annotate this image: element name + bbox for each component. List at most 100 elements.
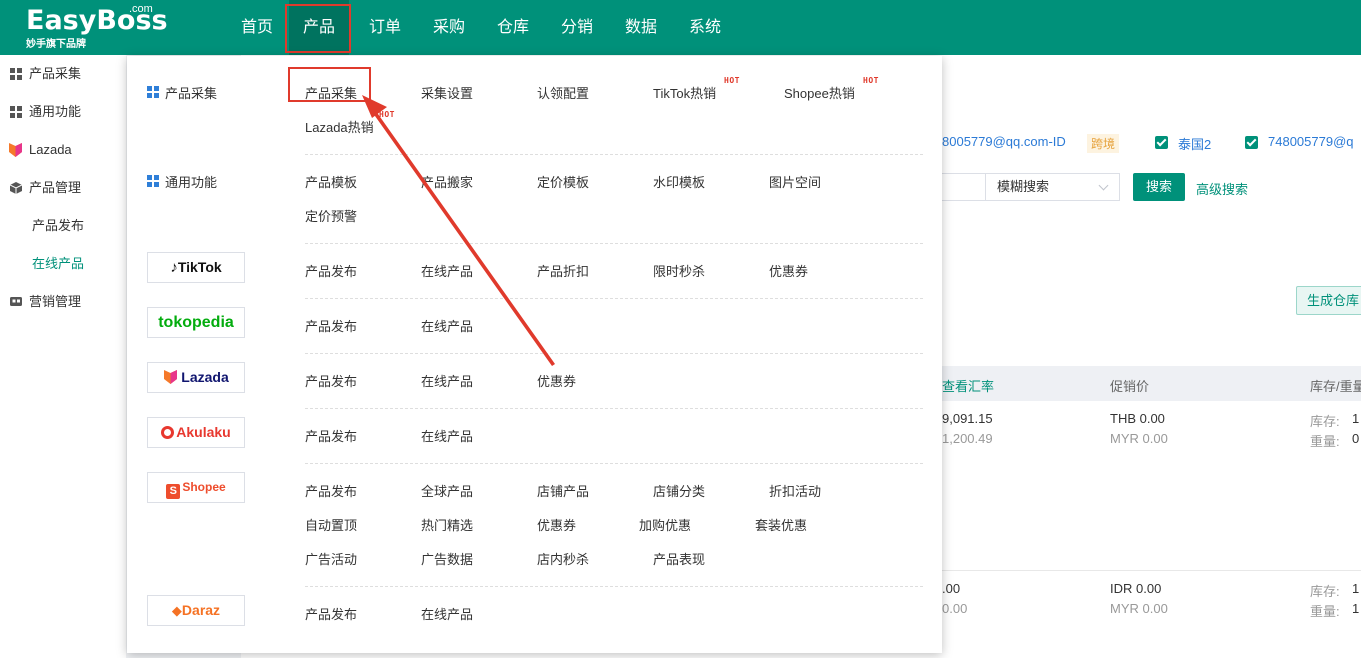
menu-item-shopee-hot-picks[interactable]: 热门精选 bbox=[421, 515, 473, 534]
menu-item-tokopedia-publish[interactable]: 产品发布 bbox=[305, 316, 357, 335]
box-icon bbox=[10, 182, 22, 194]
logo-com: .com bbox=[129, 3, 153, 15]
menu-item-product-template[interactable]: 产品模板 bbox=[305, 172, 357, 191]
shop-label[interactable]: 泰国2 bbox=[1178, 134, 1211, 153]
menu-item-shopee-addon-deal[interactable]: 加购优惠 bbox=[639, 515, 691, 534]
menu-item-tiktok-flash-sale[interactable]: 限时秒杀 bbox=[653, 261, 705, 280]
hot-badge: HOT bbox=[863, 76, 879, 85]
menu-item-shopee-hot[interactable]: Shopee热销 bbox=[784, 83, 855, 102]
easyboss-logo[interactable]: EasyBoss .com 妙手旗下品牌 bbox=[26, 3, 168, 50]
menu-item-shopee-auto-top[interactable]: 自动置顶 bbox=[305, 515, 357, 534]
menu-item-claim-config[interactable]: 认领配置 bbox=[537, 83, 589, 102]
menu-item-tiktok-discount[interactable]: 产品折扣 bbox=[537, 261, 589, 280]
annotation-highlight-nav bbox=[285, 4, 351, 53]
shop-checkbox[interactable] bbox=[1155, 136, 1168, 149]
menu-item-shopee-shop-flash[interactable]: 店内秒杀 bbox=[537, 549, 589, 568]
menu-item-pricing-alert[interactable]: 定价预警 bbox=[305, 206, 357, 225]
row2-price: .00 bbox=[942, 581, 961, 596]
row-divider bbox=[940, 570, 1361, 571]
cross-border-badge: 跨境 bbox=[1087, 134, 1120, 153]
menu-item-tiktok-hot[interactable]: TikTok热销 bbox=[653, 83, 716, 102]
nav-home[interactable]: 首页 bbox=[232, 0, 282, 55]
advanced-search-link[interactable]: 高级搜索 bbox=[1196, 179, 1248, 198]
menu-item-lazada-online[interactable]: 在线产品 bbox=[421, 371, 473, 390]
account-checkbox[interactable] bbox=[1245, 136, 1258, 149]
row1-weight-label: 重量: bbox=[1310, 434, 1340, 449]
menu-item-tiktok-publish[interactable]: 产品发布 bbox=[305, 261, 357, 280]
menu-item-shopee-ads[interactable]: 广告活动 bbox=[305, 549, 357, 568]
search-mode-value: 模糊搜索 bbox=[997, 179, 1050, 194]
tiktok-note-icon: ♪ bbox=[170, 259, 178, 276]
sidebar-item-lazada[interactable]: Lazada bbox=[0, 131, 126, 169]
menu-item-shopee-shop-products[interactable]: 店铺产品 bbox=[537, 481, 589, 500]
search-mode-select[interactable]: 模糊搜索 bbox=[985, 173, 1120, 201]
products-mega-menu: 产品采集 产品采集 采集设置 认领配置 TikTok热销 HOT Shopee热… bbox=[127, 56, 942, 653]
account-label-2[interactable]: 748005779@q bbox=[1268, 134, 1354, 149]
akulaku-logo: Akulaku bbox=[147, 417, 245, 448]
sidebar-item-label: 通用功能 bbox=[29, 104, 82, 119]
menu-item-akulaku-publish[interactable]: 产品发布 bbox=[305, 426, 357, 445]
menu-item-daraz-online[interactable]: 在线产品 bbox=[421, 604, 473, 623]
row2-price-alt: 0.00 bbox=[942, 601, 968, 616]
sidebar-sub-online-products[interactable]: 在线产品 bbox=[32, 245, 84, 283]
grid-icon bbox=[147, 86, 159, 98]
sidebar: 产品采集 通用功能 Lazada 产品管理 产品发布 在线产品 营销管理 bbox=[0, 55, 126, 658]
menu-item-shopee-bundle[interactable]: 套装优惠 bbox=[755, 515, 807, 534]
sidebar-item-product-management[interactable]: 产品管理 bbox=[0, 169, 126, 207]
search-button[interactable]: 搜索 bbox=[1133, 173, 1185, 201]
annotation-highlight-collect bbox=[288, 67, 371, 102]
sidebar-item-collect[interactable]: 产品采集 bbox=[0, 55, 126, 93]
menu-item-shopee-coupon[interactable]: 优惠券 bbox=[537, 515, 576, 534]
menu-item-shopee-performance[interactable]: 产品表现 bbox=[653, 549, 705, 568]
generate-warehouse-button[interactable]: 生成仓库 bbox=[1296, 286, 1361, 315]
nav-system[interactable]: 系统 bbox=[680, 0, 730, 55]
search-input[interactable] bbox=[940, 173, 986, 201]
row1-stock-label: 库存: bbox=[1310, 414, 1340, 429]
menu-item-shopee-publish[interactable]: 产品发布 bbox=[305, 481, 357, 500]
table-header bbox=[940, 366, 1361, 401]
sidebar-item-marketing[interactable]: 营销管理 bbox=[0, 283, 126, 321]
menu-category-collect: 产品采集 bbox=[147, 83, 217, 102]
menu-item-akulaku-online[interactable]: 在线产品 bbox=[421, 426, 473, 445]
nav-data[interactable]: 数据 bbox=[616, 0, 666, 55]
menu-item-shopee-ads-data[interactable]: 广告数据 bbox=[421, 549, 473, 568]
row2-stock: 1 bbox=[1352, 581, 1360, 596]
menu-item-shopee-discount[interactable]: 折扣活动 bbox=[769, 481, 821, 500]
menu-item-pricing-template[interactable]: 定价模板 bbox=[537, 172, 589, 191]
menu-divider bbox=[305, 243, 923, 244]
menu-item-lazada-publish[interactable]: 产品发布 bbox=[305, 371, 357, 390]
menu-item-tiktok-coupon[interactable]: 优惠券 bbox=[769, 261, 808, 280]
tiktok-logo: ♪TikTok bbox=[147, 252, 245, 283]
nav-orders[interactable]: 订单 bbox=[360, 0, 410, 55]
sidebar-sub-publish[interactable]: 产品发布 bbox=[32, 207, 84, 245]
view-rate-link[interactable]: 查看汇率 bbox=[942, 376, 994, 395]
grid-icon bbox=[10, 68, 22, 80]
menu-item-product-move[interactable]: 产品搬家 bbox=[421, 172, 473, 191]
menu-item-lazada-hot[interactable]: Lazada热销 bbox=[305, 117, 374, 136]
menu-category-general: 通用功能 bbox=[147, 172, 217, 191]
row2-weight: 1 bbox=[1352, 601, 1360, 616]
row1-price-alt: 1,200.49 bbox=[942, 431, 993, 446]
row1-promo-alt: MYR 0.00 bbox=[1110, 431, 1168, 446]
menu-item-watermark-template[interactable]: 水印模板 bbox=[653, 172, 705, 191]
lazada-logo: Lazada bbox=[147, 362, 245, 393]
menu-divider bbox=[305, 353, 923, 354]
menu-item-collect-settings[interactable]: 采集设置 bbox=[421, 83, 473, 102]
nav-distribution[interactable]: 分销 bbox=[552, 0, 602, 55]
menu-item-image-space[interactable]: 图片空间 bbox=[769, 172, 821, 191]
col-promo-price: 促销价 bbox=[1110, 379, 1150, 394]
sidebar-item-label: 产品采集 bbox=[29, 66, 82, 81]
col-stock-weight: 库存/重量 bbox=[1310, 379, 1361, 394]
hot-badge: HOT bbox=[724, 76, 740, 85]
account-label[interactable]: 8005779@qq.com-ID bbox=[942, 134, 1066, 149]
menu-item-shopee-global[interactable]: 全球产品 bbox=[421, 481, 473, 500]
menu-item-lazada-coupon[interactable]: 优惠券 bbox=[537, 371, 576, 390]
menu-item-daraz-publish[interactable]: 产品发布 bbox=[305, 604, 357, 623]
menu-item-tiktok-online[interactable]: 在线产品 bbox=[421, 261, 473, 280]
nav-warehouse[interactable]: 仓库 bbox=[488, 0, 538, 55]
nav-purchase[interactable]: 采购 bbox=[424, 0, 474, 55]
menu-item-tokopedia-online[interactable]: 在线产品 bbox=[421, 316, 473, 335]
menu-item-shopee-shop-category[interactable]: 店铺分类 bbox=[653, 481, 705, 500]
shopee-bag-icon: S bbox=[166, 484, 181, 499]
sidebar-item-general[interactable]: 通用功能 bbox=[0, 93, 126, 131]
